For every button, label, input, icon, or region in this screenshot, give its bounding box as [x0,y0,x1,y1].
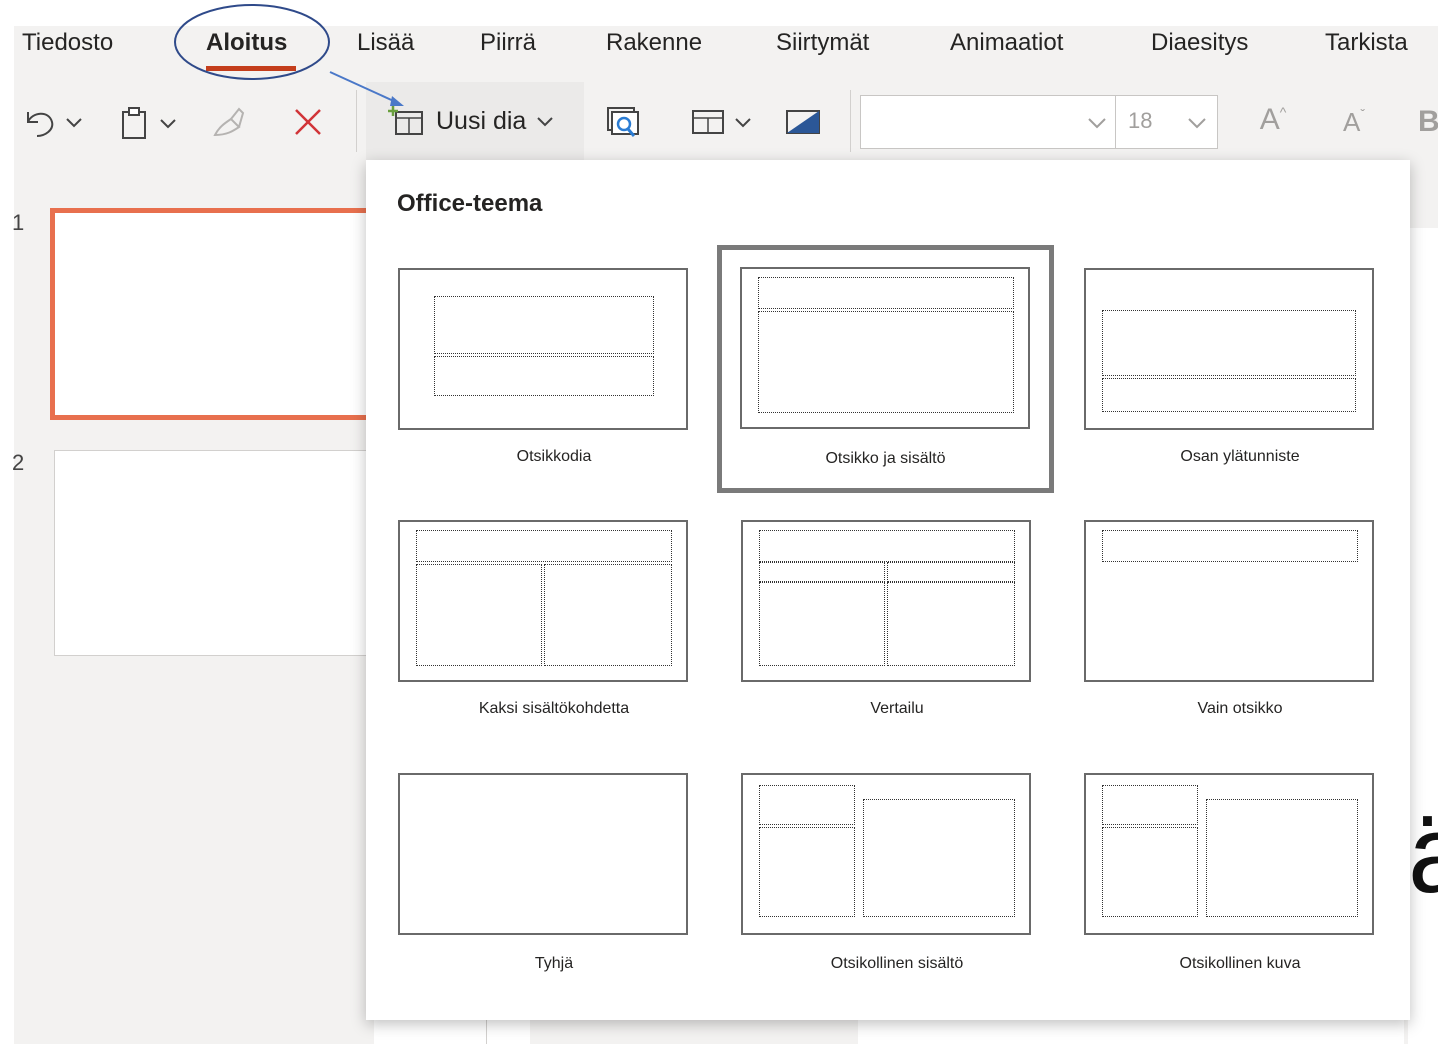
chevron-down-icon [1188,118,1206,129]
new-slide-label: Uusi dia [436,106,527,135]
grow-font-button[interactable]: A ^ [1250,98,1296,142]
layout-icon [692,110,724,134]
bold-icon: B [1418,105,1438,138]
layout-label: Kaksi sisältökohdetta [478,700,630,717]
layout-thumbnail [398,268,688,430]
layout-label: Otsikollinen sisältö [830,955,964,972]
layout-button[interactable] [680,102,762,142]
font-name-select[interactable] [860,95,1116,149]
format-background-button[interactable] [780,102,826,142]
layout-title-only[interactable]: Vain otsikko [1082,520,1398,758]
toolbar-separator [356,90,357,152]
layout-label: Vain otsikko [1197,700,1283,717]
slide-canvas-text: ä [1408,800,1438,910]
font-size-select[interactable]: 18 [1116,95,1218,149]
chevron-down-icon [160,119,176,129]
chevron-down-icon [735,118,751,128]
background-icon [786,110,820,134]
tab-insert[interactable]: Lisää [357,26,414,78]
bold-button[interactable]: B [1418,100,1438,144]
new-slide-button[interactable]: Uusi dia [366,82,584,160]
chevron-down-icon[interactable] [536,115,554,127]
active-tab-indicator [206,66,296,71]
layout-picture-with-caption[interactable]: Otsikollinen kuva [1082,773,1398,1011]
tab-draw[interactable]: Piirrä [480,26,536,78]
notes-area-edge [486,1018,530,1044]
grow-font-icon: A [1259,103,1280,136]
slide-number: 1 [12,210,25,235]
layout-thumbnail [398,520,688,682]
tab-design[interactable]: Rakenne [606,26,702,78]
layout-title-and-content[interactable]: Otsikko ja sisältö [717,245,1054,493]
slide-thumbnail-1[interactable] [50,208,390,420]
slide-thumbnail-2[interactable] [54,450,384,656]
chevron-down-icon [66,118,82,128]
layout-content-with-caption[interactable]: Otsikollinen sisältö [739,773,1055,1011]
layout-label: Otsikko ja sisältö [825,450,946,467]
delete-button[interactable] [286,102,330,142]
layout-thumbnail [741,520,1031,682]
font-size-value: 18 [1128,108,1153,133]
layout-label: Otsikollinen kuva [1179,955,1301,972]
layout-label: Otsikkodia [516,448,592,465]
shrink-font-icon: A [1342,106,1361,137]
toolbar-separator [850,90,851,152]
undo-icon [27,112,54,137]
format-painter-button[interactable] [206,102,252,142]
tab-slideshow[interactable]: Diaesitys [1151,26,1248,78]
new-slide-layout-gallery: Office-teema Otsikkodia Otsikko ja sisäl… [366,160,1410,1020]
shrink-font-button[interactable]: Aˇ [1334,100,1374,144]
clipboard-icon [122,107,146,139]
tab-review[interactable]: Tarkista [1325,26,1408,78]
layout-title-slide[interactable]: Otsikkodia [396,266,712,504]
reuse-slides-button[interactable] [600,100,646,146]
layout-label: Tyhjä [534,955,574,972]
status-area-edge [530,1018,858,1044]
undo-button[interactable] [18,104,88,140]
layout-section-header[interactable]: Osan ylätunniste [1082,266,1398,504]
layout-thumbnail [1084,268,1374,430]
layout-thumbnail [1084,520,1374,682]
slide-number: 2 [12,450,25,475]
layout-two-content[interactable]: Kaksi sisältökohdetta [396,520,712,758]
delete-x-icon [295,109,321,135]
tab-transitions[interactable]: Siirtymät [776,26,869,78]
tab-animations[interactable]: Animaatiot [950,26,1063,78]
layout-thumbnail [1084,773,1374,935]
layout-thumbnail [398,773,688,935]
tab-file[interactable]: Tiedosto [22,26,113,78]
chevron-down-icon [1088,118,1106,129]
layout-blank[interactable]: Tyhjä [396,773,712,1011]
layout-comparison[interactable]: Vertailu [739,520,1055,758]
format-painter-icon [213,107,245,137]
title-strip [0,0,1438,26]
reuse-slides-icon [607,107,639,137]
layout-thumbnail [741,773,1031,935]
slide-canvas[interactable] [1408,228,1438,1044]
paste-button[interactable] [110,104,186,142]
layout-label: Vertailu [870,700,924,717]
layout-thumbnail [740,267,1030,429]
new-slide-icon [388,106,423,135]
layout-label: Osan ylätunniste [1180,448,1300,465]
gallery-theme-title: Office-teema [397,190,543,217]
